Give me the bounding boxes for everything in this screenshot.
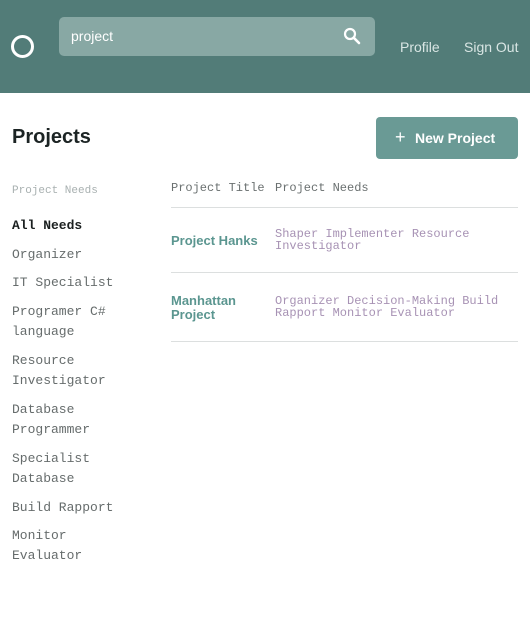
project-needs-project-hanks: Shaper Implementer Resource Investigator: [275, 227, 470, 253]
table-divider: [171, 272, 518, 273]
project-needs-manhattan-project: Organizer Decision-Making Build Rapport …: [275, 294, 499, 320]
sidebar-item-it-specialist[interactable]: IT Specialist: [12, 273, 132, 293]
sidebar-item-monitor-evaluator[interactable]: Monitor Evaluator: [12, 526, 132, 566]
column-header-project-title: Project Title: [171, 181, 265, 195]
sidebar-item-database-programmer[interactable]: Database Programmer: [12, 400, 132, 440]
sidebar-item-build-rapport[interactable]: Build Rapport: [12, 498, 132, 518]
nav-profile-link[interactable]: Profile: [400, 39, 440, 55]
sidebar-heading: Project Needs: [12, 185, 98, 197]
new-project-button[interactable]: + New Project: [376, 117, 518, 159]
project-link-project-hanks[interactable]: Project Hanks: [171, 234, 271, 248]
nav-sign-out-link[interactable]: Sign Out: [464, 39, 518, 55]
search-icon[interactable]: [343, 27, 361, 45]
table-divider: [171, 207, 518, 208]
sidebar-item-programer-csharp[interactable]: Programer C# language: [12, 302, 132, 342]
project-link-manhattan-project[interactable]: Manhattan Project: [171, 294, 271, 322]
search-bar[interactable]: project: [59, 17, 375, 56]
logo-circle-icon[interactable]: [11, 35, 34, 58]
sidebar-item-all-needs[interactable]: All Needs: [12, 216, 132, 236]
sidebar-item-resource-investigator[interactable]: Resource Investigator: [12, 351, 132, 391]
plus-icon: +: [395, 127, 406, 147]
page-title: Projects: [12, 126, 91, 148]
new-project-label: New Project: [415, 130, 496, 146]
column-header-project-needs: Project Needs: [275, 181, 369, 195]
table-divider: [171, 341, 518, 342]
sidebar-item-organizer[interactable]: Organizer: [12, 245, 132, 265]
top-header: project Profile Sign Out: [0, 0, 530, 93]
search-input[interactable]: project: [71, 28, 113, 44]
sidebar-item-specialist-database[interactable]: Specialist Database: [12, 449, 132, 489]
